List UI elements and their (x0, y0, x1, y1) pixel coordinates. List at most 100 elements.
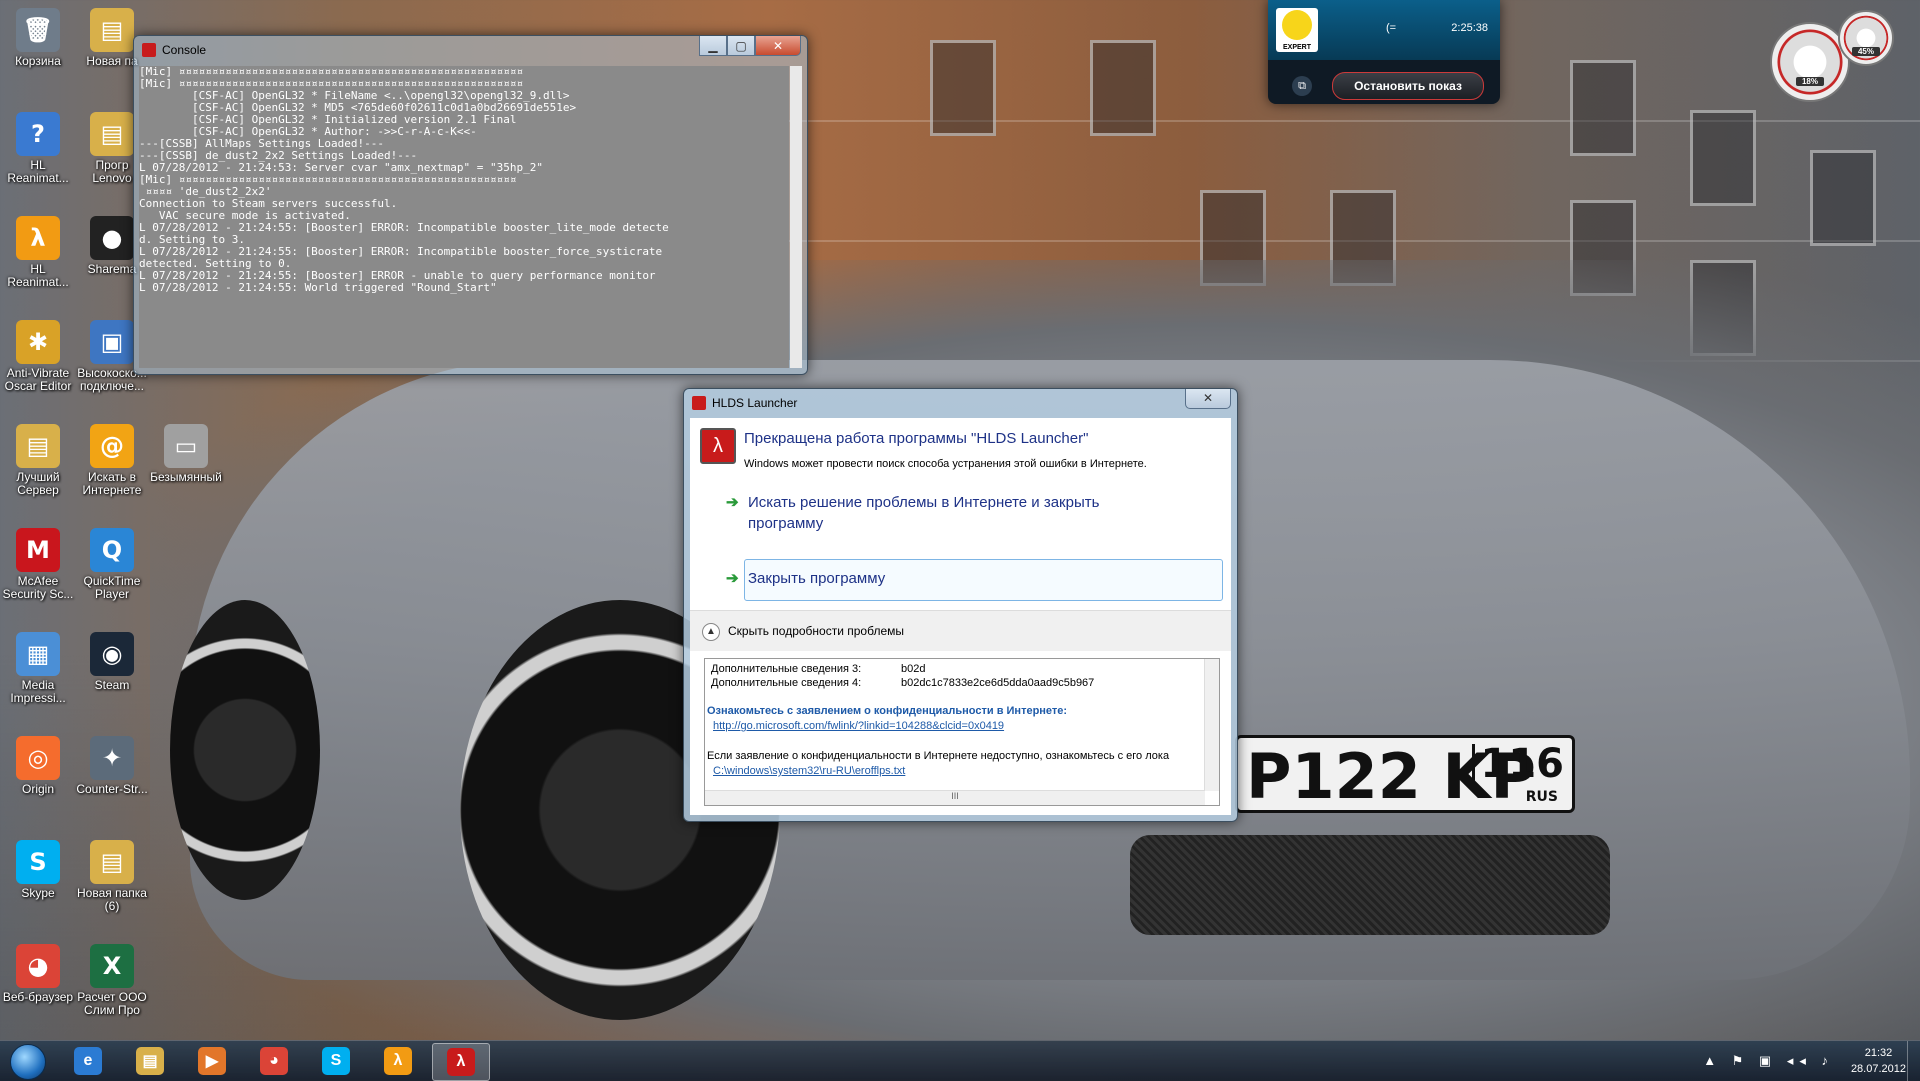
desktop-icon[interactable]: X Расчет ООО Слим Про (76, 944, 148, 1017)
desktop-icon-image: @ (90, 424, 134, 468)
desktop-icon-label: Skype (21, 886, 55, 900)
green-arrow-icon: ➔ (726, 494, 739, 511)
desktop-icon-image: X (90, 944, 134, 988)
window-switch-icon[interactable]: ⧉ (1292, 76, 1312, 96)
desktop-icon[interactable]: λ HL Reanimat... (2, 216, 74, 289)
clock[interactable]: 21:32 28.07.2012 (1851, 1045, 1906, 1077)
minimize-button[interactable]: ▁ (699, 36, 727, 56)
desktop-icon[interactable]: ▭ Безымянный (150, 424, 222, 484)
desktop-icon-label: Новая папка (6) (77, 886, 147, 913)
details-row: b02dc1c7833e2ce6d5dda0aad9c5b967 Дополнит… (711, 677, 1095, 689)
stop-show-button[interactable]: Остановить показ (1332, 72, 1484, 100)
taskbar-halflife-button[interactable]: λ (370, 1043, 426, 1079)
desktop-icon-label: Веб-браузер (2, 990, 74, 1004)
gadget-status: (= (1386, 22, 1397, 34)
desktop-icon-label: McAfee Security Sc... (2, 574, 74, 601)
media-icon: ▶ (198, 1047, 226, 1075)
details-row: b02d Дополнительные сведения 3: (711, 663, 926, 675)
ram-dial: 45% (1838, 10, 1894, 66)
desktop-icon-image: ◎ (16, 736, 60, 780)
privacy-heading: Ознакомьтесь с заявлением о конфиденциал… (707, 705, 1068, 717)
desktop-icon-label: Anti-Vibrate Oscar Editor (4, 366, 72, 393)
desktop-icon-image: λ (16, 216, 60, 260)
desktop-icon[interactable]: ? HL Reanimat... (2, 112, 74, 185)
desktop-icon-image: ▤ (90, 8, 134, 52)
desktop-icon-label: Расчет ООО Слим Про (77, 990, 147, 1017)
ie-icon: e (74, 1047, 102, 1075)
skype-icon: S (322, 1047, 350, 1075)
taskbar-media-button[interactable]: ▶ (184, 1043, 240, 1079)
desktop-icon-label: Искать в Интернете (82, 470, 142, 497)
console-output[interactable]: [Mic] ¤¤¤¤¤¤¤¤¤¤¤¤¤¤¤¤¤¤¤¤¤¤¤¤¤¤¤¤¤¤¤¤¤¤… (139, 66, 789, 368)
dialog-heading: Прекращена работа программы "HLDS Launch… (744, 430, 1089, 447)
details-vertical-scrollbar[interactable] (1204, 659, 1219, 791)
privacy-link[interactable]: http://go.microsoft.com/fwlink/?linkid=1… (713, 720, 1004, 732)
start-button[interactable] (2, 1042, 52, 1080)
chrome-icon: ◕ (260, 1047, 288, 1075)
desktop-icon-image: ✱ (16, 320, 60, 364)
taskbar: e ▤ ▶ ◕ Sλ λ ▲ ⚑ ▣ ◂◂ ♪ 21:32 28.07.2012 (0, 1040, 1920, 1081)
hlds-app-icon (692, 396, 706, 410)
desktop-icon-label: Безымянный (150, 470, 222, 484)
desktop-icon-image: 🗑 (16, 8, 60, 52)
error-dialog: HLDS Launcher ✕ λ Прекращена работа прог… (683, 388, 1238, 822)
system-tray[interactable]: ▲ ⚑ ▣ ◂◂ ♪ (1703, 1053, 1834, 1069)
close-button[interactable]: ✕ (755, 36, 801, 56)
desktop-icon[interactable]: ◉ Steam (76, 632, 148, 692)
maximize-button[interactable]: ▢ (727, 36, 755, 56)
windows-orb-icon (10, 1044, 46, 1080)
taskbar-explorer-button[interactable]: ▤ (122, 1043, 178, 1079)
desktop-icon-label: Корзина (15, 54, 61, 68)
console-scrollbar[interactable] (790, 66, 802, 368)
desktop-icon-image: ◉ (90, 632, 134, 676)
desktop-icon-image: ? (16, 112, 60, 156)
desktop-icon[interactable]: M McAfee Security Sc... (2, 528, 74, 601)
gadget-time: 2:25:38 (1451, 22, 1488, 34)
hlds-large-icon: λ (700, 428, 736, 464)
console-line: L 07/28/2012 - 21:24:55: World triggered… (139, 281, 497, 294)
desktop-icon[interactable]: ▤ Новая папка (6) (76, 840, 148, 913)
console-window: Console ▁ ▢ ✕ [Mic] ¤¤¤¤¤¤¤¤¤¤¤¤¤¤¤¤¤¤¤¤… (133, 35, 808, 375)
desktop-icon-label: HL Reanimat... (7, 158, 69, 185)
desktop-icon-image: ✦ (90, 736, 134, 780)
chevron-up-icon: ▲ (702, 623, 720, 641)
close-program-option[interactable]: ➔ Закрыть программу (726, 568, 885, 589)
show-desktop-button[interactable] (1907, 1041, 1920, 1081)
desktop-icon[interactable]: ▦ Media Impressi... (2, 632, 74, 705)
desktop-icon-image: ▤ (90, 112, 134, 156)
desktop-icon[interactable]: S Skype (2, 840, 74, 900)
desktop-icon-image: ▤ (90, 840, 134, 884)
desktop-icon[interactable]: ◕ Веб-браузер (2, 944, 74, 1004)
details-toggle[interactable]: ▲ Скрыть подробности проблемы (690, 610, 1231, 651)
desktop-icon-image: ● (90, 216, 134, 260)
search-solution-option[interactable]: ➔ Искать решение проблемы в Интернете и … (726, 492, 1148, 534)
details-horizontal-scrollbar[interactable]: III (705, 790, 1205, 805)
desktop-icon-image: ▦ (16, 632, 60, 676)
desktop-icon[interactable]: @ Искать в Интернете (76, 424, 148, 497)
taskbar-chrome-button[interactable]: ◕ (246, 1043, 302, 1079)
desktop-icon[interactable]: 🗑 Корзина (2, 8, 74, 68)
desktop-icon[interactable]: ✦ Counter-Str... (76, 736, 148, 796)
offline-privacy-text: Если заявление о конфиденциальности в Ин… (707, 750, 1170, 762)
desktop-icon[interactable]: ✱ Anti-Vibrate Oscar Editor (2, 320, 74, 393)
license-plate: P122 KP 116 RUS (1235, 735, 1575, 813)
desktop-icon[interactable]: Q QuickTime Player (76, 528, 148, 601)
problem-details[interactable]: b02d Дополнительные сведения 3: b02dc1c78… (704, 658, 1220, 806)
desktop-icon-image: Q (90, 528, 134, 572)
desktop-icon-label: QuickTime Player (83, 574, 141, 601)
console-title: Console (162, 43, 207, 57)
dialog-close-button[interactable]: ✕ (1185, 389, 1231, 409)
cpu-meter-gadget: 18% 45% (1770, 10, 1894, 102)
desktop-icon[interactable]: ◎ Origin (2, 736, 74, 796)
taskbar-ie-button[interactable]: e (60, 1043, 116, 1079)
expert-badge-icon: EXPERT (1276, 8, 1318, 52)
desktop-icon[interactable]: ▤ Лучший Сервер (2, 424, 74, 497)
desktop-icon-image: ▣ (90, 320, 134, 364)
desktop-icon-image: ▭ (164, 424, 208, 468)
desktop-icon-image: ◕ (16, 944, 60, 988)
taskbar-hlds-button[interactable]: λ (432, 1043, 490, 1081)
offline-privacy-link[interactable]: C:\windows\system32\ru-RU\erofflps.txt (713, 765, 905, 777)
taskbar-skype-button[interactable]: S (308, 1043, 364, 1079)
dialog-title: HLDS Launcher (712, 396, 798, 410)
desktop-icon-label: Лучший Сервер (16, 470, 60, 497)
